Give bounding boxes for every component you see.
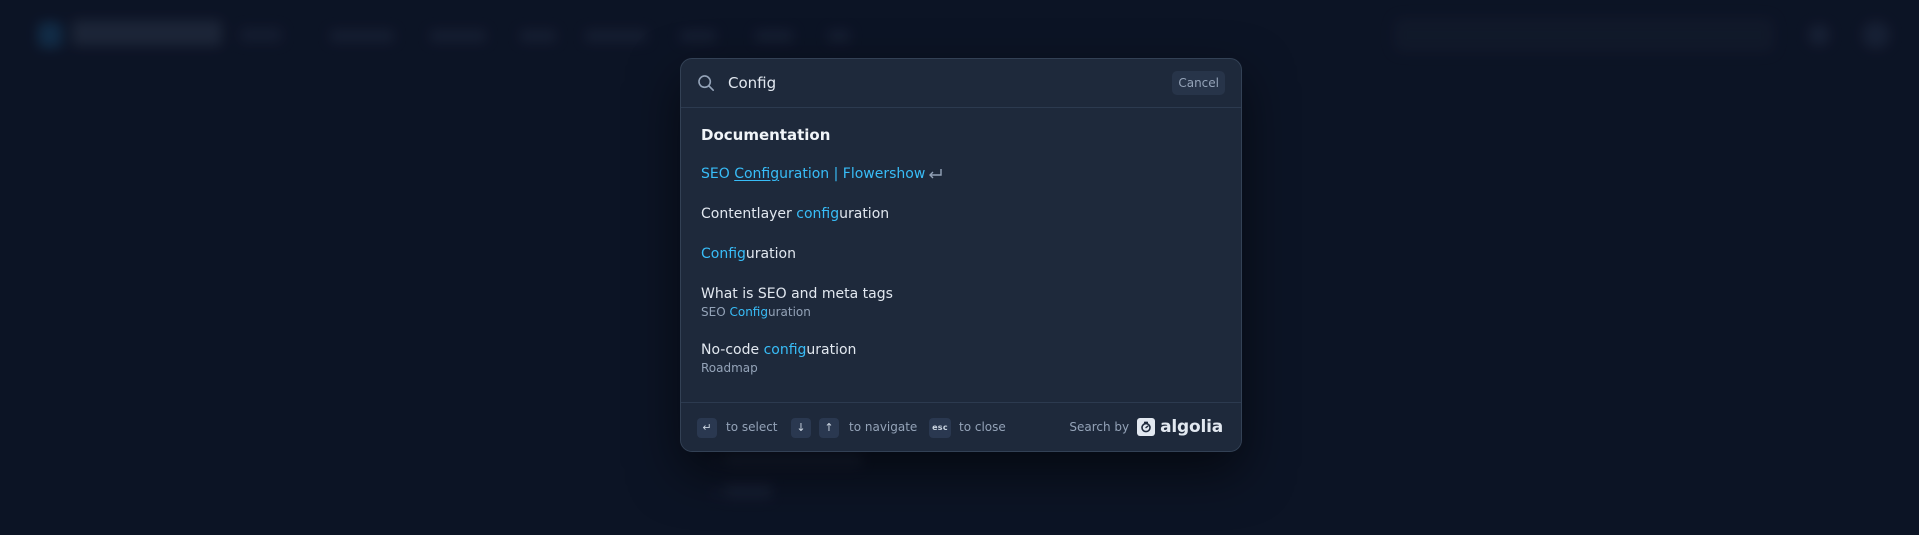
arrow-down-key-icon: ↓ — [791, 418, 811, 438]
esc-key-icon: esc — [929, 418, 951, 438]
close-hint: to close — [959, 420, 1006, 434]
arrow-up-key-icon: ↑ — [819, 418, 839, 438]
navigate-hint: to navigate — [849, 420, 918, 434]
result-subtitle: SEO Configuration — [701, 305, 811, 319]
search-input[interactable] — [728, 71, 1128, 95]
search-icon — [697, 74, 715, 92]
search-modal: Cancel Documentation SEO Configuration |… — [680, 58, 1242, 452]
cancel-button[interactable]: Cancel — [1172, 71, 1225, 95]
algolia-logo-text: algolia — [1160, 417, 1223, 437]
search-result-item[interactable]: Configuration — [701, 246, 1221, 262]
search-by-label: Search by — [1069, 420, 1130, 434]
result-title: Configuration — [701, 246, 796, 262]
search-result-item[interactable]: SEO Configuration | Flowershow — [701, 166, 1221, 185]
search-result-item[interactable]: What is SEO and meta tags SEO Configurat… — [701, 286, 1221, 319]
result-title: What is SEO and meta tags — [701, 286, 893, 302]
select-hint: to select — [726, 420, 778, 434]
search-result-item[interactable]: Contentlayer configuration — [701, 206, 1221, 222]
results-section-title: Documentation — [701, 126, 831, 144]
search-footer: ↵ to select ↓ ↑ to navigate esc to close… — [681, 402, 1241, 451]
search-result-item[interactable]: No-code configuration Roadmap — [701, 342, 1221, 375]
enter-key-icon: ↵ — [697, 418, 717, 438]
enter-icon — [927, 167, 943, 185]
result-title: SEO Configuration | Flowershow — [701, 166, 1221, 185]
result-title: Contentlayer configuration — [701, 206, 890, 222]
search-results: Documentation SEO Configuration | Flower… — [681, 108, 1241, 402]
result-subtitle: Roadmap — [701, 361, 758, 375]
algolia-icon — [1137, 418, 1156, 436]
search-bar: Cancel — [681, 59, 1241, 108]
result-title: No-code configuration — [701, 342, 857, 358]
search-by-algolia-link[interactable]: Search by algolia — [1069, 415, 1223, 439]
